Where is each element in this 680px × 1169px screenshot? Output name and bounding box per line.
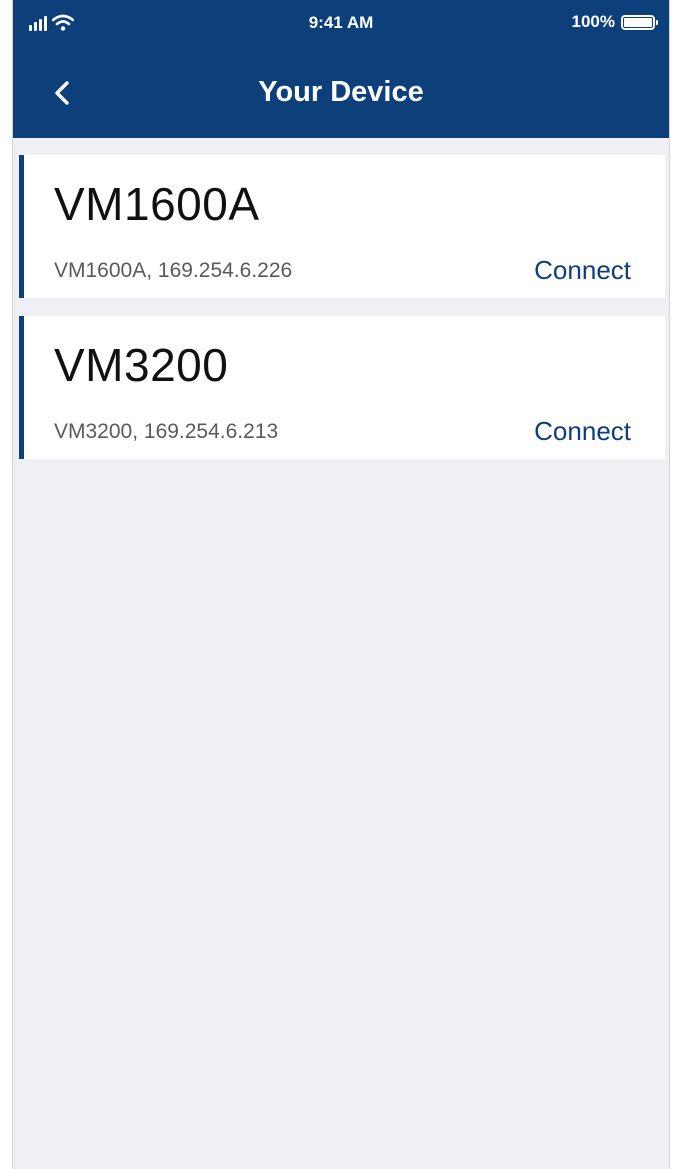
battery-icon bbox=[621, 14, 658, 30]
device-name: VM1600A bbox=[54, 178, 260, 230]
page-title: Your Device bbox=[258, 76, 424, 108]
device-card[interactable]: VM3200 VM3200, 169.254.6.213 Connect bbox=[19, 316, 665, 459]
connect-button[interactable]: Connect bbox=[534, 416, 631, 447]
battery-percent: 100% bbox=[571, 12, 615, 31]
connect-button[interactable]: Connect bbox=[534, 255, 631, 286]
status-right: 100% bbox=[571, 12, 658, 32]
phone-screen: 9:41 AM 100% Your Device VM1600A VM1600A… bbox=[12, 0, 670, 1169]
device-name: VM3200 bbox=[54, 339, 229, 391]
device-details: VM1600A, 169.254.6.226 bbox=[54, 259, 293, 282]
device-card[interactable]: VM1600A VM1600A, 169.254.6.226 Connect bbox=[19, 155, 665, 298]
device-details: VM3200, 169.254.6.213 bbox=[54, 420, 279, 443]
device-list: VM1600A VM1600A, 169.254.6.226 Connect V… bbox=[19, 155, 665, 477]
status-bar: 9:41 AM 100% bbox=[13, 0, 669, 48]
navigation-bar: Your Device bbox=[13, 48, 669, 138]
